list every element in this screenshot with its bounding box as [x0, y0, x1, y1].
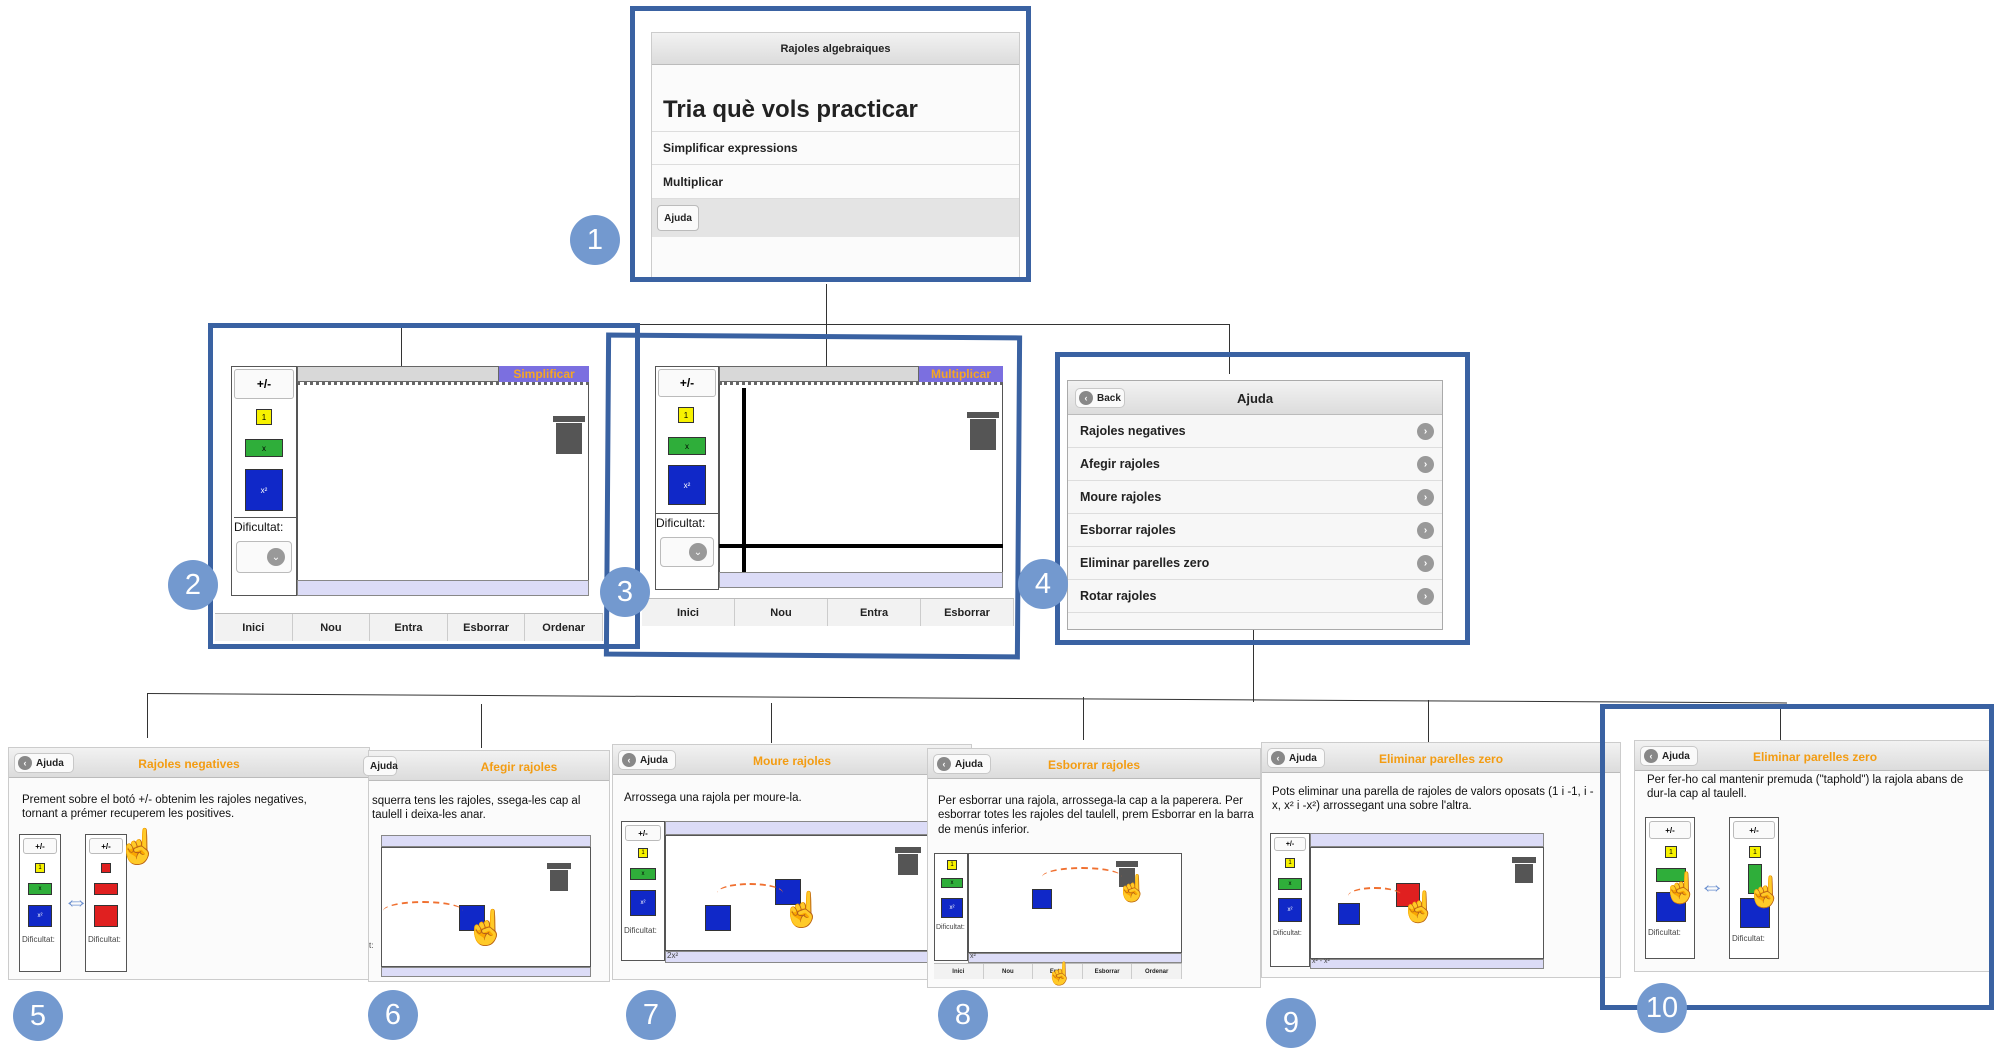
badge-5: 5: [13, 991, 63, 1041]
expression-text: x²: [970, 953, 976, 960]
help-text: Prement sobre el botó +/- obtenim les ra…: [22, 794, 307, 821]
difficulty-label: t:: [369, 941, 374, 950]
help-title: Eliminar parelles zero: [1378, 752, 1504, 766]
help-text: Per esborrar una rajola, arrossega-la ca…: [938, 795, 1254, 836]
hand-pointer-icon: ☝: [1116, 873, 1149, 903]
help-title: Afegir rajoles: [480, 760, 558, 774]
difficulty-label: Dificultat:: [936, 924, 965, 931]
help-title: Moure rajoles: [752, 754, 832, 768]
workspace-footer: [1310, 959, 1544, 969]
tile-x: x: [28, 883, 52, 895]
help-screen-parelles: ‹ Ajuda Eliminar parelles zero Pots elimi…: [1261, 742, 1621, 978]
connector-line: [826, 284, 827, 324]
hand-pointer-icon: ☝: [117, 828, 160, 866]
help-title: Esborrar rajoles: [1047, 758, 1141, 772]
hand-pointer-icon: ☝: [781, 891, 824, 929]
badge-2: 2: [168, 560, 218, 610]
connector-line: [147, 693, 148, 738]
expression-bar: [381, 835, 591, 847]
tile-one: 1: [638, 848, 648, 858]
frame-4: [1055, 352, 1470, 645]
tile-x2: x²: [1278, 898, 1302, 922]
help-screen-afegir: Ajuda Afegir rajoles squerra tens les ra…: [363, 750, 610, 982]
tile-neg-x: [94, 883, 118, 895]
tile-x2: x²: [630, 890, 656, 916]
connector-line: [146, 693, 1787, 704]
workspace-footer: [968, 953, 1182, 963]
badge-8: 8: [938, 990, 988, 1040]
help-text: squerra tens les rajoles, ssega-les cap …: [372, 795, 581, 822]
drag-path: [383, 901, 463, 921]
nav-inici: Inici: [934, 964, 984, 979]
tile-palette: 1 x x² Dificultat:: [934, 853, 968, 961]
sign-toggle-button: +/-: [625, 825, 661, 841]
back-button[interactable]: Ajuda: [363, 756, 398, 776]
trash-icon: [1512, 857, 1536, 883]
tile-palette: +/- 1 x x² Dificultat:: [621, 821, 665, 961]
tile-x2: x²: [941, 898, 963, 918]
tile-x2: [1338, 903, 1360, 925]
difficulty-label: Dificultat:: [88, 935, 121, 944]
difficulty-label: Dificultat:: [624, 926, 657, 935]
connector-line: [1428, 700, 1429, 745]
palette-positive: +/- 1 x x² Dificultat:: [19, 834, 61, 972]
hand-pointer-icon: ☝: [1400, 891, 1438, 924]
badge-1: 1: [570, 215, 620, 265]
connector-line: [1083, 697, 1084, 740]
drag-path: [1348, 887, 1402, 905]
tile-one: 1: [1285, 858, 1295, 868]
help-text: Arrossega una rajola per moure-la.: [624, 792, 802, 804]
sign-toggle-button[interactable]: +/-: [23, 838, 57, 854]
badge-3: 3: [600, 567, 650, 617]
expression-text: 2x²: [667, 951, 679, 960]
tile-x: x: [630, 868, 656, 880]
badge-6: 6: [368, 990, 418, 1040]
drag-path: [717, 883, 783, 903]
frame-2: [208, 323, 640, 649]
trash-icon: [547, 863, 571, 891]
hand-pointer-icon: ☝: [465, 909, 508, 947]
workspace-footer: [665, 951, 929, 963]
tile-neg-x2: [94, 905, 118, 927]
connector-line: [481, 704, 482, 748]
hand-pointer-icon: ☝: [1046, 961, 1074, 986]
help-title: Rajoles negatives: [138, 757, 240, 771]
badge-7: 7: [626, 990, 676, 1040]
help-text: Pots eliminar una parella de rajoles de …: [1272, 786, 1594, 813]
help-screen-negatives: ‹ Ajuda Rajoles negatives Prement sobre e…: [8, 747, 370, 980]
nav-ordenar: Ordenar: [1132, 964, 1182, 979]
back-label: Ajuda: [370, 760, 398, 772]
sign-toggle-button: +/-: [1274, 837, 1306, 851]
nav-nou: Nou: [984, 964, 1034, 979]
tile-x: x: [941, 878, 963, 888]
tile-x2: [1032, 889, 1052, 909]
help-screen-moure: ‹ Ajuda Moure rajoles Arrossega una rajol…: [612, 744, 972, 980]
frame-3: [603, 332, 1023, 660]
connector-line: [771, 703, 772, 743]
tile-x2: x²: [28, 905, 52, 927]
badge-9: 9: [1266, 998, 1316, 1048]
tile-palette: +/- 1 x x² Dificultat:: [1270, 833, 1310, 967]
tile-x2: [705, 905, 731, 931]
expression-bar: [1310, 833, 1544, 847]
expression-bar: [665, 821, 929, 835]
frame-10: [1600, 704, 1994, 1010]
drag-path: [1042, 867, 1122, 887]
frame-1: [630, 6, 1031, 282]
tile-neg-one: [101, 863, 111, 873]
trash-icon: [895, 847, 921, 875]
expression-text: x² - x²: [1312, 958, 1330, 965]
help-screen-esborrar: ‹ Ajuda Esborrar rajoles Per esborrar una…: [927, 748, 1261, 988]
nav-esborrar: Esborrar: [1083, 964, 1133, 979]
tile-one: 1: [35, 863, 45, 873]
workspace-footer: [381, 967, 591, 977]
badge-10: 10: [1637, 983, 1687, 1033]
badge-4: 4: [1018, 559, 1068, 609]
tile-x: x: [1278, 878, 1302, 890]
tile-one: 1: [947, 860, 957, 870]
difficulty-label: Dificultat:: [1273, 930, 1302, 937]
difficulty-label: Dificultat:: [22, 935, 55, 944]
